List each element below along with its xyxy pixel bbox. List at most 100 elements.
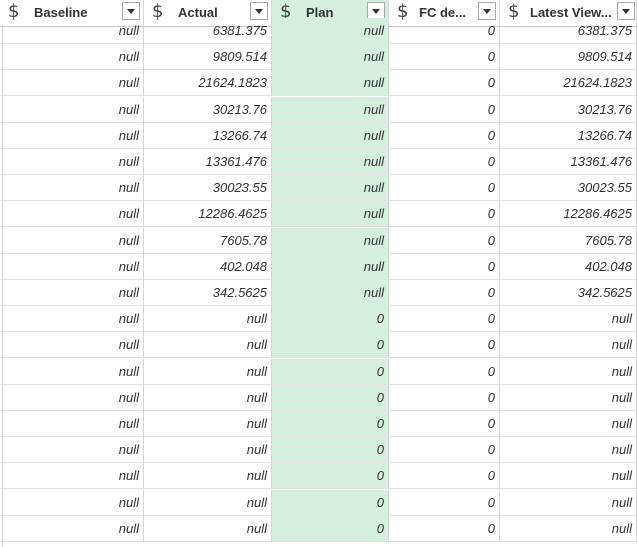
table-cell[interactable]: 0 bbox=[389, 306, 500, 333]
table-cell[interactable]: null bbox=[0, 358, 144, 385]
table-cell[interactable]: null bbox=[272, 70, 389, 97]
table-cell[interactable]: null bbox=[0, 70, 144, 97]
table-cell[interactable]: 0 bbox=[389, 201, 500, 228]
table-cell[interactable]: null bbox=[0, 227, 144, 254]
table-cell[interactable]: 0 bbox=[389, 280, 500, 306]
table-cell[interactable]: 6381.375 bbox=[144, 18, 272, 44]
table-cell[interactable]: 0 bbox=[389, 18, 500, 44]
table-cell[interactable]: 13361.476 bbox=[500, 149, 637, 175]
table-cell[interactable]: null bbox=[272, 175, 389, 202]
table-cell[interactable]: null bbox=[500, 306, 637, 333]
table-cell[interactable]: 0 bbox=[272, 384, 389, 411]
table-cell[interactable]: 0 bbox=[389, 411, 500, 437]
table-cell[interactable]: 0 bbox=[272, 515, 389, 542]
table-cell[interactable]: null bbox=[272, 227, 389, 254]
table-cell[interactable]: null bbox=[144, 306, 272, 333]
table-cell[interactable]: 0 bbox=[389, 489, 500, 516]
table-cell[interactable]: null bbox=[500, 463, 637, 490]
table-cell[interactable]: null bbox=[0, 411, 144, 437]
table-cell[interactable]: null bbox=[144, 384, 272, 411]
table-cell[interactable]: 13266.74 bbox=[144, 122, 272, 149]
table-cell[interactable]: 0 bbox=[272, 332, 389, 359]
table-cell[interactable]: 0 bbox=[272, 489, 389, 516]
table-cell[interactable]: null bbox=[144, 515, 272, 542]
table-cell[interactable]: null bbox=[500, 437, 637, 464]
table-cell[interactable]: null bbox=[500, 515, 637, 542]
table-cell[interactable]: 0 bbox=[389, 515, 500, 542]
table-cell[interactable]: null bbox=[144, 463, 272, 490]
table-cell[interactable]: 30213.76 bbox=[500, 96, 637, 123]
table-cell[interactable]: 402.048 bbox=[144, 253, 272, 280]
table-cell[interactable]: null bbox=[0, 18, 144, 44]
table-cell[interactable]: 0 bbox=[389, 149, 500, 175]
table-cell[interactable]: null bbox=[500, 489, 637, 516]
table-cell[interactable]: null bbox=[144, 358, 272, 385]
table-cell[interactable]: null bbox=[144, 489, 272, 516]
table-cell[interactable]: null bbox=[272, 122, 389, 149]
table-cell[interactable]: null bbox=[500, 358, 637, 385]
table-cell[interactable]: null bbox=[144, 332, 272, 359]
table-cell[interactable]: 0 bbox=[272, 358, 389, 385]
table-cell[interactable]: 0 bbox=[389, 122, 500, 149]
table-cell[interactable]: null bbox=[272, 280, 389, 306]
table-cell[interactable]: 342.5625 bbox=[500, 280, 637, 306]
table-cell[interactable]: 0 bbox=[389, 175, 500, 202]
table-cell[interactable]: 21624.1823 bbox=[144, 70, 272, 97]
table-cell[interactable]: null bbox=[272, 44, 389, 71]
table-cell[interactable]: null bbox=[0, 201, 144, 228]
table-cell[interactable]: 21624.1823 bbox=[500, 70, 637, 97]
table-cell[interactable]: 0 bbox=[389, 463, 500, 490]
table-cell[interactable]: 30023.55 bbox=[500, 175, 637, 202]
table-cell[interactable]: 9809.514 bbox=[144, 44, 272, 71]
table-cell[interactable]: 0 bbox=[389, 332, 500, 359]
table-cell[interactable]: 30023.55 bbox=[144, 175, 272, 202]
table-cell[interactable]: null bbox=[0, 96, 144, 123]
table-cell[interactable]: null bbox=[0, 384, 144, 411]
table-cell[interactable]: null bbox=[0, 306, 144, 333]
table-cell[interactable]: null bbox=[0, 280, 144, 306]
table-cell[interactable]: 0 bbox=[389, 437, 500, 464]
table-cell[interactable]: 13266.74 bbox=[500, 122, 637, 149]
table-cell[interactable]: null bbox=[500, 411, 637, 437]
table-cell[interactable]: null bbox=[0, 515, 144, 542]
table-cell[interactable]: null bbox=[0, 122, 144, 149]
table-cell[interactable]: 0 bbox=[272, 411, 389, 437]
table-cell[interactable]: null bbox=[144, 411, 272, 437]
table-cell[interactable]: 0 bbox=[389, 253, 500, 280]
table-cell[interactable]: null bbox=[0, 463, 144, 490]
table-cell[interactable]: 7605.78 bbox=[144, 227, 272, 254]
table-cell[interactable]: 6381.375 bbox=[500, 18, 637, 44]
table-cell[interactable]: null bbox=[0, 149, 144, 175]
table-cell[interactable]: null bbox=[0, 332, 144, 359]
table-cell[interactable]: null bbox=[0, 175, 144, 202]
table-cell[interactable]: 9809.514 bbox=[500, 44, 637, 71]
table-cell[interactable]: null bbox=[144, 437, 272, 464]
table-cell[interactable]: null bbox=[500, 332, 637, 359]
table-cell[interactable]: null bbox=[272, 149, 389, 175]
table-cell[interactable]: 402.048 bbox=[500, 253, 637, 280]
table-cell[interactable]: 0 bbox=[389, 96, 500, 123]
table-cell[interactable]: 12286.4625 bbox=[500, 201, 637, 228]
table-cell[interactable]: null bbox=[272, 96, 389, 123]
table-cell[interactable]: 0 bbox=[389, 384, 500, 411]
table-cell[interactable]: null bbox=[272, 18, 389, 44]
table-cell[interactable]: 0 bbox=[272, 437, 389, 464]
table-cell[interactable]: 13361.476 bbox=[144, 149, 272, 175]
table-cell[interactable]: null bbox=[0, 489, 144, 516]
table-cell[interactable]: null bbox=[272, 201, 389, 228]
table-cell[interactable]: 342.5625 bbox=[144, 280, 272, 306]
table-cell[interactable]: null bbox=[0, 253, 144, 280]
table-cell[interactable]: 0 bbox=[272, 306, 389, 333]
table-cell[interactable]: 12286.4625 bbox=[144, 201, 272, 228]
table-cell[interactable]: null bbox=[500, 384, 637, 411]
table-cell[interactable]: null bbox=[0, 437, 144, 464]
table-cell[interactable]: 0 bbox=[389, 44, 500, 71]
table-cell[interactable]: 0 bbox=[389, 227, 500, 254]
table-cell[interactable]: 30213.76 bbox=[144, 96, 272, 123]
table-cell[interactable]: 0 bbox=[272, 463, 389, 490]
table-cell[interactable]: 7605.78 bbox=[500, 227, 637, 254]
table-cell[interactable]: null bbox=[272, 253, 389, 280]
table-cell[interactable]: 0 bbox=[389, 358, 500, 385]
table-cell[interactable]: 0 bbox=[389, 70, 500, 97]
table-cell[interactable]: null bbox=[0, 44, 144, 71]
